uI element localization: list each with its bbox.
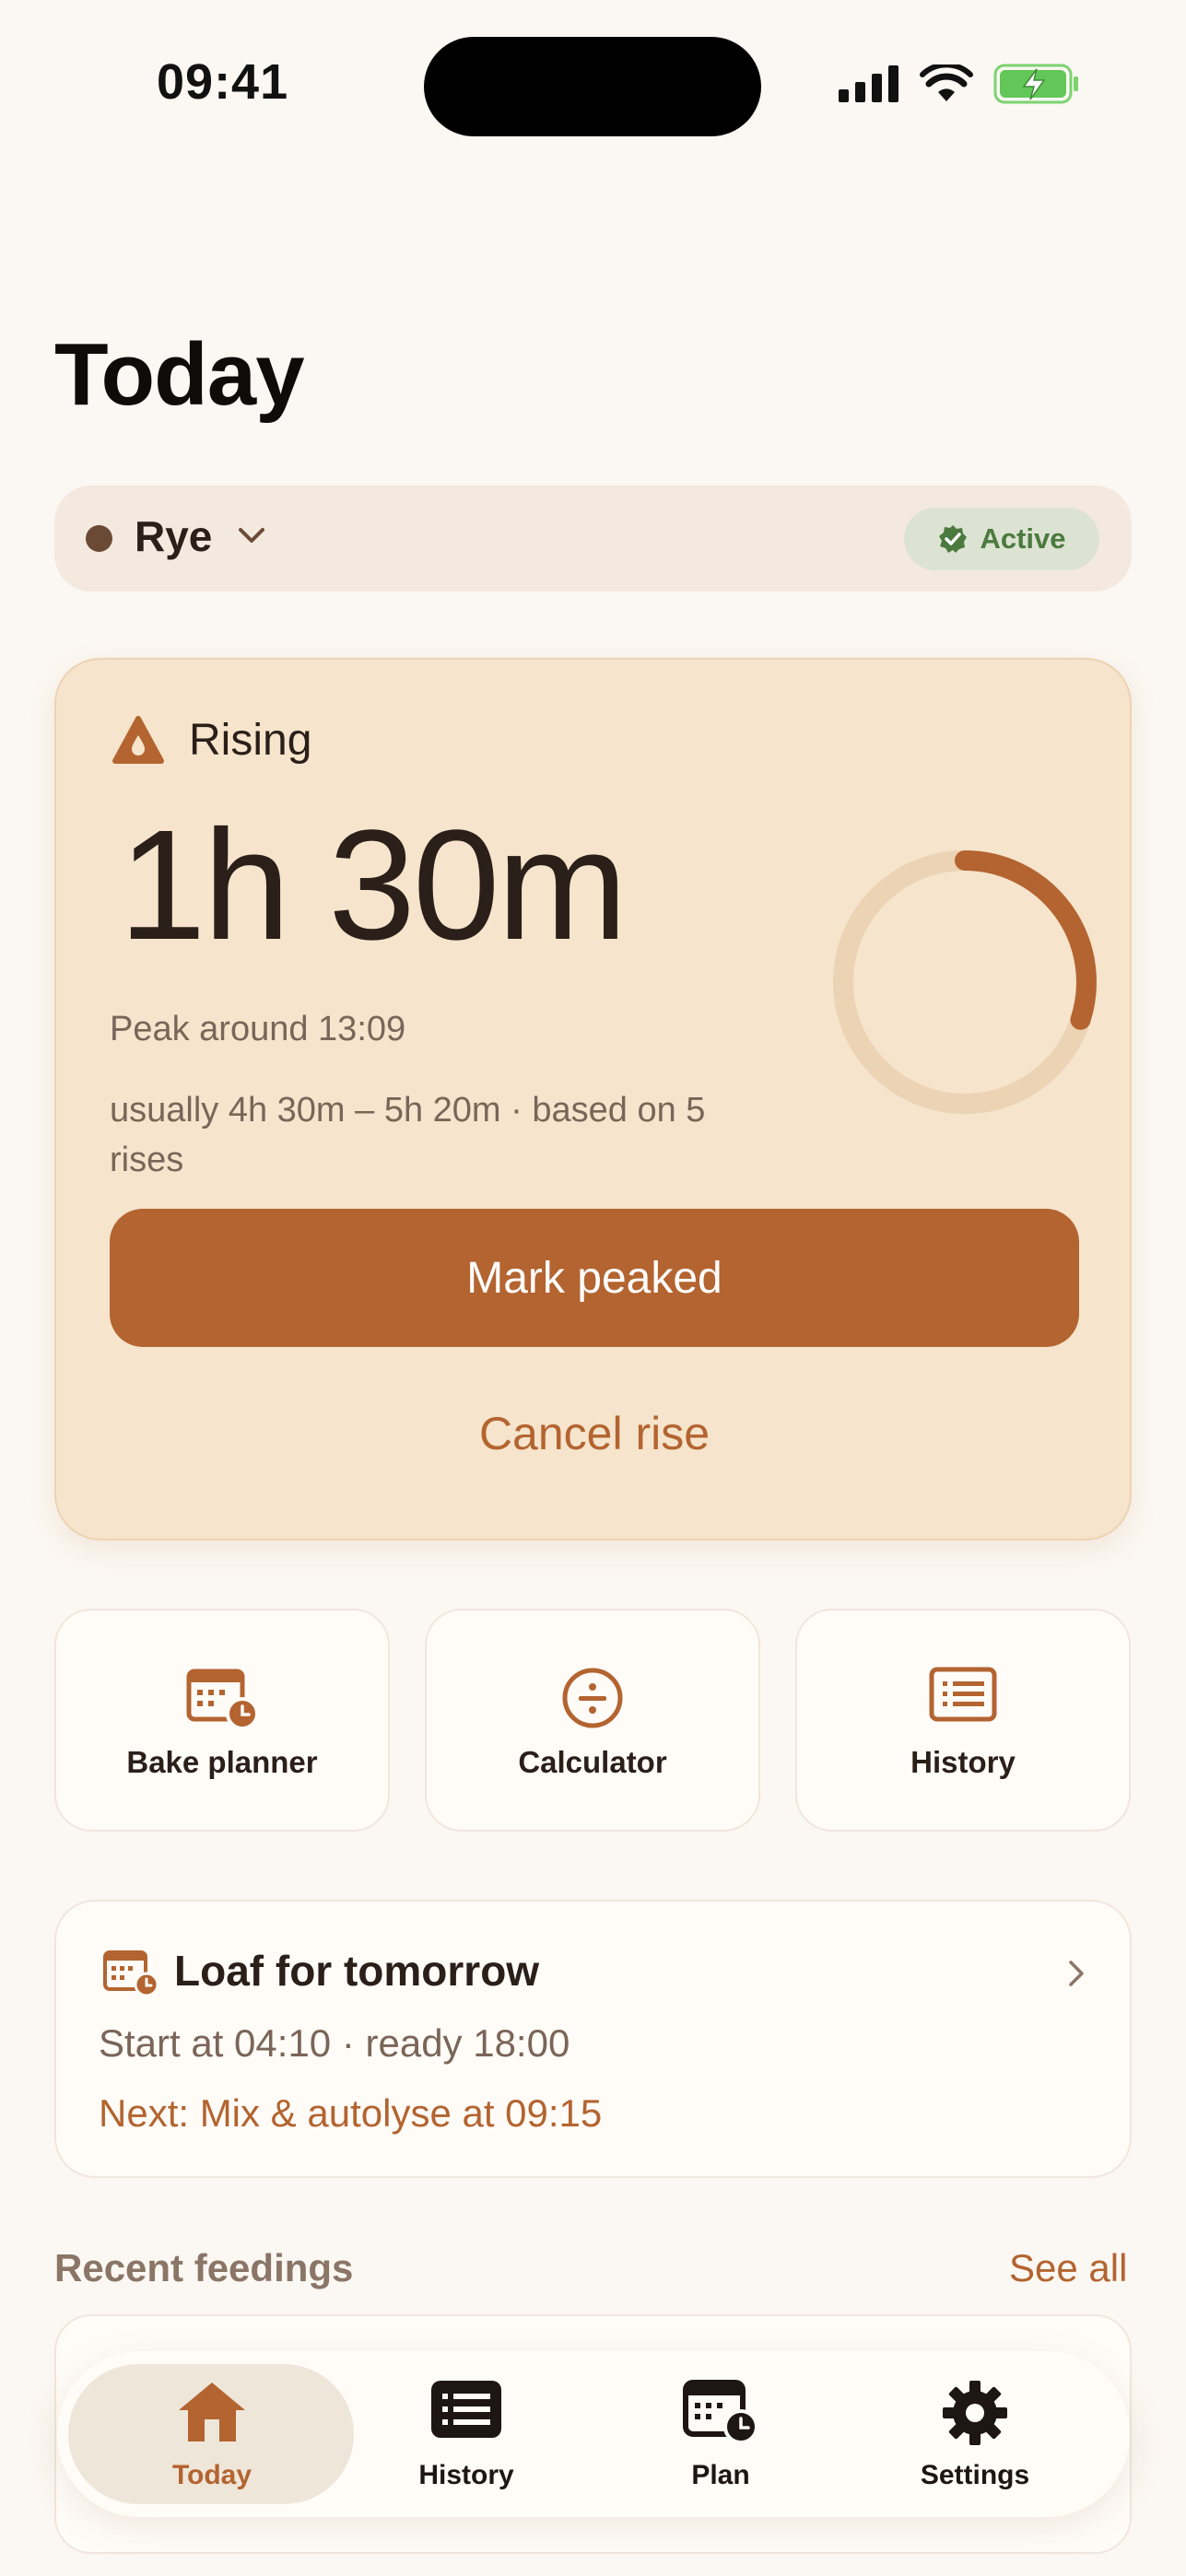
dynamic-island (424, 37, 761, 136)
drop-triangle-icon (112, 716, 164, 764)
verified-check-icon (939, 525, 968, 553)
cancel-rise-button[interactable]: Cancel rise (110, 1397, 1079, 1470)
starter-color-dot (86, 525, 112, 552)
gear-icon (943, 2381, 1007, 2445)
list-icon (929, 1667, 997, 1722)
list-icon (431, 2381, 501, 2438)
wifi-icon (920, 64, 973, 101)
tab-history[interactable]: History (339, 2351, 593, 2517)
loaf-title: Loaf for tomorrow (174, 1947, 540, 1995)
chevron-right-icon (1069, 1961, 1084, 1986)
status-icons (839, 63, 1080, 105)
quick-action-label: Calculator (518, 1745, 667, 1779)
tab-label: Today (171, 2460, 252, 2490)
starter-selector[interactable]: Rye Active (54, 486, 1132, 591)
home-icon (179, 2383, 245, 2441)
chevron-down-icon (239, 528, 264, 543)
rise-state-label: Rising (189, 716, 312, 765)
status-badge: Active (904, 508, 1099, 570)
calendar-clock-icon (683, 2380, 758, 2444)
status-time: 09:41 (157, 54, 289, 110)
history-button[interactable]: History (795, 1609, 1131, 1832)
page-title: Today (54, 325, 305, 424)
tab-label: Settings (920, 2460, 1030, 2490)
cellular-signal-icon (839, 65, 898, 102)
loaf-next-step: Next: Mix & autolyse at 09:15 (99, 2091, 603, 2135)
tab-label: Plan (691, 2460, 750, 2490)
calculator-button[interactable]: Calculator (425, 1609, 760, 1832)
usual-range: usually 4h 30m – 5h 20m · based on 5 ris… (110, 1091, 706, 1179)
quick-action-label: History (910, 1745, 1016, 1779)
elapsed-timer: 1h 30m (119, 798, 628, 973)
calendar-clock-icon (186, 1669, 259, 1730)
peak-estimate: Peak around 13:09 (110, 1010, 406, 1048)
divide-icon (562, 1668, 623, 1728)
bake-planner-button[interactable]: Bake planner (54, 1609, 390, 1832)
rise-progress-ring (833, 850, 1097, 1114)
tab-bar: Today History Plan Settings (57, 2351, 1130, 2517)
quick-action-label: Bake planner (126, 1745, 318, 1779)
tab-settings[interactable]: Settings (848, 2351, 1102, 2517)
status-badge-label: Active (980, 522, 1066, 555)
tab-today[interactable]: Today (85, 2351, 339, 2517)
loaf-plan-card[interactable]: Loaf for tomorrow Start at 04:10 · ready… (54, 1900, 1132, 2178)
starter-name: Rye (135, 512, 213, 560)
see-all-link[interactable]: See all (1009, 2246, 1127, 2290)
loaf-schedule: Start at 04:10 · ready 18:00 (99, 2021, 570, 2065)
recent-feedings-title: Recent feedings (54, 2246, 354, 2289)
tab-plan[interactable]: Plan (593, 2351, 848, 2517)
mark-peaked-button[interactable]: Mark peaked (110, 1209, 1079, 1347)
calendar-clock-icon (103, 1950, 159, 1997)
battery-charging-icon (993, 64, 1078, 104)
rise-card: Rising 1h 30m Peak around 13:09 usually … (54, 658, 1132, 1540)
tab-label: History (418, 2460, 514, 2490)
